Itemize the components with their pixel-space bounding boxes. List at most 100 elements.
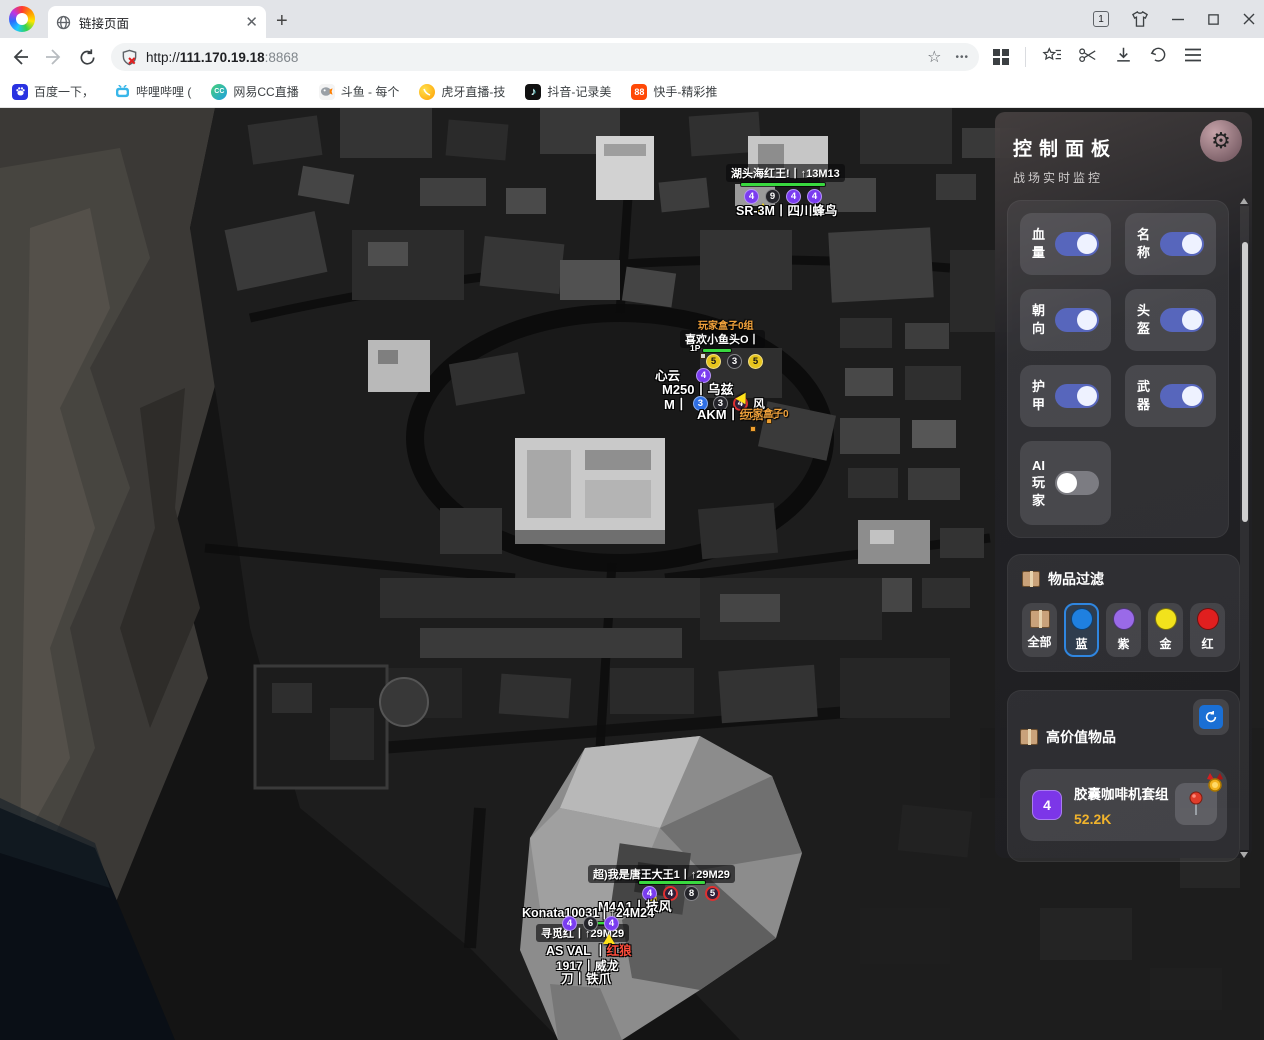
bookmark-baidu[interactable]: 百度一下， bbox=[12, 83, 94, 100]
pushpin-icon bbox=[1188, 791, 1204, 817]
tab-count-badge[interactable]: 1 bbox=[1093, 11, 1109, 27]
toolbar-divider bbox=[1025, 47, 1026, 67]
history-undo-icon[interactable] bbox=[1149, 46, 1168, 69]
red-dot-icon bbox=[1197, 608, 1219, 630]
douyin-note-icon: ♪♪ bbox=[525, 84, 541, 100]
item-filter-section: 物品过滤 全部 蓝 紫 金 bbox=[1007, 554, 1240, 672]
refresh-button[interactable] bbox=[1193, 699, 1229, 735]
shield-block-icon[interactable] bbox=[121, 49, 138, 66]
back-button[interactable] bbox=[10, 47, 30, 67]
toggle-card-helmet[interactable]: 头盔 bbox=[1125, 289, 1216, 351]
toggle-card-weapon[interactable]: 武器 bbox=[1125, 365, 1216, 427]
browser-logo-icon bbox=[9, 6, 35, 32]
toggle-switch-helmet[interactable] bbox=[1160, 308, 1204, 332]
kuaishou-icon: 88 bbox=[631, 84, 647, 100]
item-filter-title: 物品过滤 bbox=[1048, 569, 1104, 589]
scrollbar-thumb[interactable] bbox=[1242, 242, 1248, 522]
player-healthbar bbox=[702, 348, 732, 353]
favorites-icon[interactable] bbox=[1042, 46, 1062, 69]
huya-icon bbox=[419, 84, 435, 100]
filter-blue-button[interactable]: 蓝 bbox=[1064, 603, 1099, 657]
screenshot-scissors-icon[interactable] bbox=[1078, 46, 1098, 69]
page-content: 湖头海红王!丨↑13M13 4 9 4 4 SR-3M丨四川蜂鸟 玩家盒子0组 … bbox=[0, 108, 1264, 1040]
player-nameplate: 湖头海红王!丨↑13M13 bbox=[726, 164, 845, 182]
url-more-icon[interactable]: ••• bbox=[955, 52, 969, 63]
toggle-card-name[interactable]: 名称 bbox=[1125, 213, 1216, 275]
bookmark-kuaishou[interactable]: 88 快手-精彩推 bbox=[631, 83, 717, 100]
netease-cc-icon: CC bbox=[211, 84, 227, 100]
box-icon bbox=[1020, 729, 1038, 745]
gold-dot-icon bbox=[1155, 608, 1177, 630]
gear-icon: ⚙ bbox=[1211, 128, 1231, 154]
toggle-card-direction[interactable]: 朝向 bbox=[1020, 289, 1111, 351]
forward-button[interactable] bbox=[44, 47, 64, 67]
toggle-card-armor[interactable]: 护甲 bbox=[1020, 365, 1111, 427]
player-name-label: 刀丨铁爪 bbox=[561, 968, 611, 987]
filter-all-button[interactable]: 全部 bbox=[1022, 603, 1057, 657]
toggle-switch-armor[interactable] bbox=[1055, 384, 1099, 408]
control-panel: 控制面板 战场实时监控 ⚙ 血量 名称 朝向 bbox=[995, 112, 1252, 858]
team-label: 玩家盒子0 bbox=[743, 405, 789, 420]
douyu-fish-icon bbox=[319, 84, 335, 100]
high-value-section: 高价值物品 4 胶囊咖啡机套组 52.2K bbox=[1007, 690, 1240, 862]
player-gear-chips: 4 6 4 bbox=[562, 916, 619, 931]
bookmarks-bar: 百度一下， 哔哩哔哩 ( CC 网易CC直播 斗鱼 - 每个 虎牙直播-技 ♪♪… bbox=[0, 76, 1264, 108]
bookmark-star-icon[interactable]: ☆ bbox=[927, 47, 941, 67]
bookmark-douyu[interactable]: 斗鱼 - 每个 bbox=[319, 83, 400, 100]
player-healthbar bbox=[638, 880, 706, 885]
toggle-card-ai-player[interactable]: AI玩家 bbox=[1020, 441, 1111, 525]
settings-button[interactable]: ⚙ bbox=[1200, 120, 1242, 162]
maximize-button[interactable] bbox=[1207, 13, 1220, 26]
bilibili-tv-icon bbox=[114, 84, 130, 100]
box-icon bbox=[1022, 571, 1040, 587]
browser-titlebar: 链接页面 ✕ + 1 bbox=[0, 0, 1264, 38]
player-gear-chips: 5 3 5 bbox=[706, 354, 763, 369]
menu-hamburger-icon[interactable] bbox=[1184, 47, 1202, 68]
item-dot bbox=[750, 426, 756, 432]
bookmark-netease-cc[interactable]: CC 网易CC直播 bbox=[211, 83, 298, 100]
refresh-icon bbox=[1204, 710, 1218, 724]
toggle-switch-ai-player[interactable] bbox=[1055, 471, 1099, 495]
high-value-title: 高价值物品 bbox=[1046, 727, 1116, 747]
bookmark-bilibili[interactable]: 哔哩哔哩 ( bbox=[114, 83, 191, 100]
party-label: 1P bbox=[690, 343, 700, 353]
panel-subtitle: 战场实时监控 bbox=[1013, 169, 1234, 186]
player-weapon-label: SR-3M丨四川蜂鸟 bbox=[736, 200, 837, 219]
toggle-switch-health[interactable] bbox=[1055, 232, 1099, 256]
minimize-button[interactable] bbox=[1171, 12, 1185, 26]
filter-purple-button[interactable]: 紫 bbox=[1106, 603, 1141, 657]
item-pin-button[interactable] bbox=[1175, 783, 1217, 825]
close-window-button[interactable] bbox=[1242, 12, 1256, 26]
download-icon[interactable] bbox=[1114, 46, 1133, 69]
browser-toolbar: http://111.170.19.18:8868 ☆ ••• bbox=[0, 38, 1264, 76]
player-healthbar bbox=[740, 182, 826, 187]
scroll-up-icon[interactable] bbox=[1240, 198, 1248, 204]
toggles-section: 血量 名称 朝向 头盔 护甲 bbox=[1007, 200, 1229, 538]
toggle-switch-name[interactable] bbox=[1160, 232, 1204, 256]
tab-title: 链接页面 bbox=[79, 13, 237, 32]
box-icon bbox=[1030, 610, 1050, 628]
item-grade-badge: 4 bbox=[1032, 790, 1062, 820]
bookmark-douyin[interactable]: ♪♪ 抖音-记录美 bbox=[525, 83, 611, 100]
high-value-item-card[interactable]: 4 胶囊咖啡机套组 52.2K bbox=[1020, 769, 1227, 841]
new-tab-button[interactable]: + bbox=[276, 10, 288, 33]
toggle-switch-direction[interactable] bbox=[1055, 308, 1099, 332]
blue-dot-icon bbox=[1071, 608, 1093, 630]
browser-tab[interactable]: 链接页面 ✕ bbox=[48, 6, 266, 38]
toggle-switch-weapon[interactable] bbox=[1160, 384, 1204, 408]
globe-icon bbox=[56, 15, 71, 30]
scroll-down-icon[interactable] bbox=[1240, 852, 1248, 858]
purple-dot-icon bbox=[1113, 608, 1135, 630]
apps-grid-icon[interactable] bbox=[993, 49, 1009, 65]
reload-button[interactable] bbox=[78, 48, 97, 67]
bookmark-huya[interactable]: 虎牙直播-技 bbox=[419, 83, 505, 100]
medal-icon bbox=[1206, 773, 1224, 798]
url-bar[interactable]: http://111.170.19.18:8868 ☆ ••• bbox=[111, 43, 979, 71]
panel-scrollbar[interactable] bbox=[1240, 206, 1249, 850]
filter-gold-button[interactable]: 金 bbox=[1148, 603, 1183, 657]
url-text[interactable]: http://111.170.19.18:8868 bbox=[146, 50, 919, 65]
theme-shirt-icon[interactable] bbox=[1131, 11, 1149, 27]
toggle-card-health[interactable]: 血量 bbox=[1020, 213, 1111, 275]
tab-close-icon[interactable]: ✕ bbox=[245, 15, 258, 30]
filter-red-button[interactable]: 红 bbox=[1190, 603, 1225, 657]
